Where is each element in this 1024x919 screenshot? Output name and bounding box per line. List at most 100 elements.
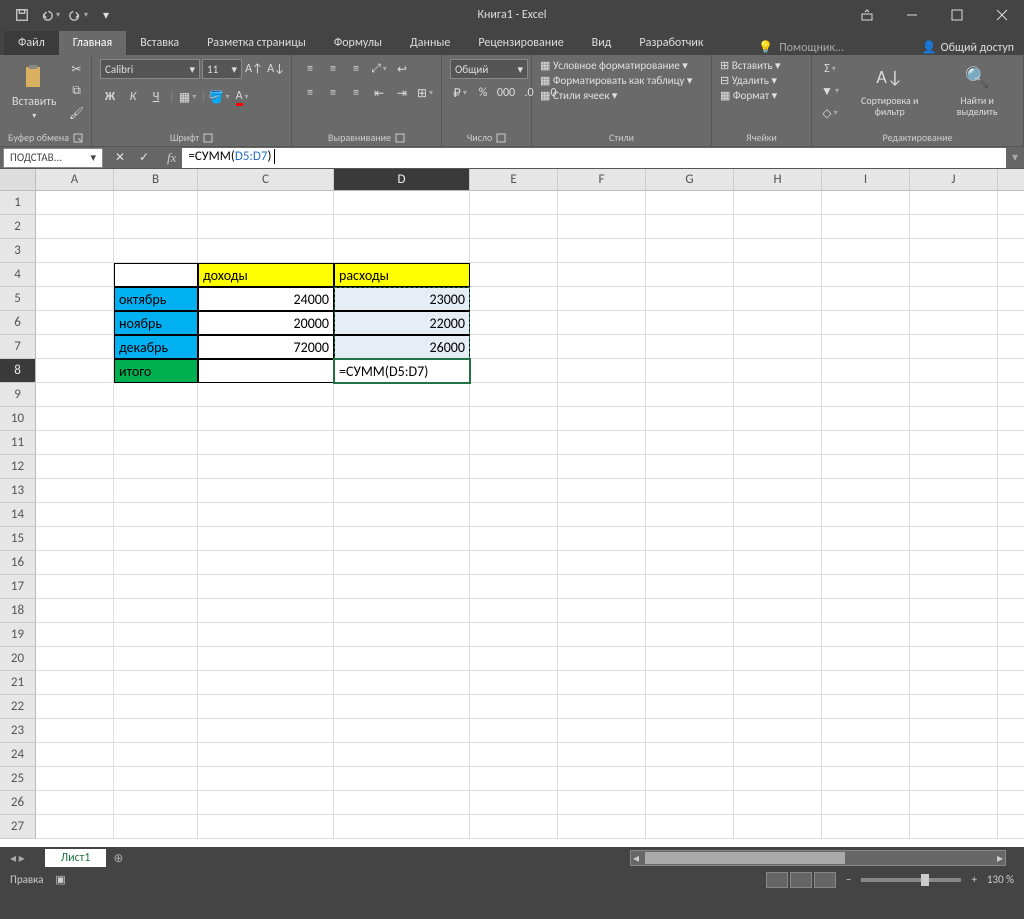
- row-header-23[interactable]: 23: [0, 719, 36, 743]
- font-size-combo[interactable]: 11▾: [202, 59, 242, 79]
- page-layout-view-icon[interactable]: [790, 872, 812, 888]
- cell-H27[interactable]: [734, 815, 822, 839]
- cell-E12[interactable]: [470, 455, 558, 479]
- maximize-icon[interactable]: [934, 0, 979, 30]
- cell-D8[interactable]: =СУММ(D5:D7): [334, 359, 470, 383]
- cell-D26[interactable]: [334, 791, 470, 815]
- font-name-combo[interactable]: Calibri▾: [100, 59, 200, 79]
- cell-H10[interactable]: [734, 407, 822, 431]
- cell-G4[interactable]: [646, 263, 734, 287]
- cell-D24[interactable]: [334, 743, 470, 767]
- row-header-8[interactable]: 8: [0, 359, 36, 383]
- cell-F8[interactable]: [558, 359, 646, 383]
- cell-B27[interactable]: [114, 815, 198, 839]
- cell-A16[interactable]: [36, 551, 114, 575]
- cell-C9[interactable]: [198, 383, 334, 407]
- cell-E20[interactable]: [470, 647, 558, 671]
- row-header-21[interactable]: 21: [0, 671, 36, 695]
- cell-F4[interactable]: [558, 263, 646, 287]
- cell-B18[interactable]: [114, 599, 198, 623]
- insert-cells-button[interactable]: ⊞ Вставить ▾: [720, 59, 781, 72]
- cell-H4[interactable]: [734, 263, 822, 287]
- cell-J9[interactable]: [910, 383, 998, 407]
- cell-A24[interactable]: [36, 743, 114, 767]
- cell-D5[interactable]: 23000: [334, 287, 470, 311]
- cell-K8[interactable]: [998, 359, 1024, 383]
- cell-I23[interactable]: [822, 719, 910, 743]
- cell-B6[interactable]: ноябрь: [114, 311, 198, 335]
- row-header-13[interactable]: 13: [0, 479, 36, 503]
- align-right-icon[interactable]: ≡: [346, 83, 366, 103]
- sheet-tab[interactable]: Лист1: [45, 849, 107, 867]
- cell-A3[interactable]: [36, 239, 114, 263]
- cell-C2[interactable]: [198, 215, 334, 239]
- cell-E17[interactable]: [470, 575, 558, 599]
- cell-I5[interactable]: [822, 287, 910, 311]
- ribbon-options-icon[interactable]: [844, 0, 889, 30]
- dialog-launcher-icon[interactable]: [395, 133, 405, 143]
- cell-C27[interactable]: [198, 815, 334, 839]
- row-header-9[interactable]: 9: [0, 383, 36, 407]
- cell-E16[interactable]: [470, 551, 558, 575]
- cell-B15[interactable]: [114, 527, 198, 551]
- tab-layout[interactable]: Разметка страницы: [193, 31, 320, 55]
- cell-G1[interactable]: [646, 191, 734, 215]
- cell-F12[interactable]: [558, 455, 646, 479]
- cell-H13[interactable]: [734, 479, 822, 503]
- cell-D7[interactable]: 26000: [334, 335, 470, 359]
- cell-F13[interactable]: [558, 479, 646, 503]
- tab-insert[interactable]: Вставка: [126, 31, 193, 55]
- cell-F14[interactable]: [558, 503, 646, 527]
- cell-A25[interactable]: [36, 767, 114, 791]
- cell-I25[interactable]: [822, 767, 910, 791]
- fill-icon[interactable]: ▼: [820, 81, 840, 101]
- cell-D10[interactable]: [334, 407, 470, 431]
- save-icon[interactable]: [10, 3, 34, 27]
- border-icon[interactable]: ▦: [178, 87, 198, 107]
- cell-J5[interactable]: [910, 287, 998, 311]
- cell-F2[interactable]: [558, 215, 646, 239]
- cell-G9[interactable]: [646, 383, 734, 407]
- cell-B26[interactable]: [114, 791, 198, 815]
- cell-A4[interactable]: [36, 263, 114, 287]
- underline-button[interactable]: Ч: [146, 87, 166, 107]
- increase-indent-icon[interactable]: ⇥: [392, 83, 412, 103]
- cell-H1[interactable]: [734, 191, 822, 215]
- cell-E3[interactable]: [470, 239, 558, 263]
- cell-K20[interactable]: [998, 647, 1024, 671]
- italic-button[interactable]: К: [123, 87, 143, 107]
- cell-C8[interactable]: [198, 359, 334, 383]
- cell-B19[interactable]: [114, 623, 198, 647]
- tab-file[interactable]: Файл: [4, 31, 59, 55]
- cell-J3[interactable]: [910, 239, 998, 263]
- percent-icon[interactable]: %: [473, 83, 493, 103]
- cell-J22[interactable]: [910, 695, 998, 719]
- align-center-icon[interactable]: ≡: [323, 83, 343, 103]
- cell-K22[interactable]: [998, 695, 1024, 719]
- cell-C12[interactable]: [198, 455, 334, 479]
- cell-E25[interactable]: [470, 767, 558, 791]
- cell-E1[interactable]: [470, 191, 558, 215]
- cell-E23[interactable]: [470, 719, 558, 743]
- tell-me[interactable]: 💡 Помощник...: [758, 40, 844, 55]
- cell-J25[interactable]: [910, 767, 998, 791]
- cell-B23[interactable]: [114, 719, 198, 743]
- cell-C18[interactable]: [198, 599, 334, 623]
- cell-D15[interactable]: [334, 527, 470, 551]
- cell-C22[interactable]: [198, 695, 334, 719]
- col-header-K[interactable]: K: [998, 169, 1024, 191]
- cell-D6[interactable]: 22000: [334, 311, 470, 335]
- cell-J2[interactable]: [910, 215, 998, 239]
- dialog-launcher-icon[interactable]: [203, 133, 213, 143]
- cell-E22[interactable]: [470, 695, 558, 719]
- cell-E8[interactable]: [470, 359, 558, 383]
- cell-K26[interactable]: [998, 791, 1024, 815]
- cell-F16[interactable]: [558, 551, 646, 575]
- align-top-icon[interactable]: ≡: [300, 59, 320, 79]
- cell-C24[interactable]: [198, 743, 334, 767]
- cell-K12[interactable]: [998, 455, 1024, 479]
- cell-C13[interactable]: [198, 479, 334, 503]
- cell-A7[interactable]: [36, 335, 114, 359]
- row-header-5[interactable]: 5: [0, 287, 36, 311]
- cell-E13[interactable]: [470, 479, 558, 503]
